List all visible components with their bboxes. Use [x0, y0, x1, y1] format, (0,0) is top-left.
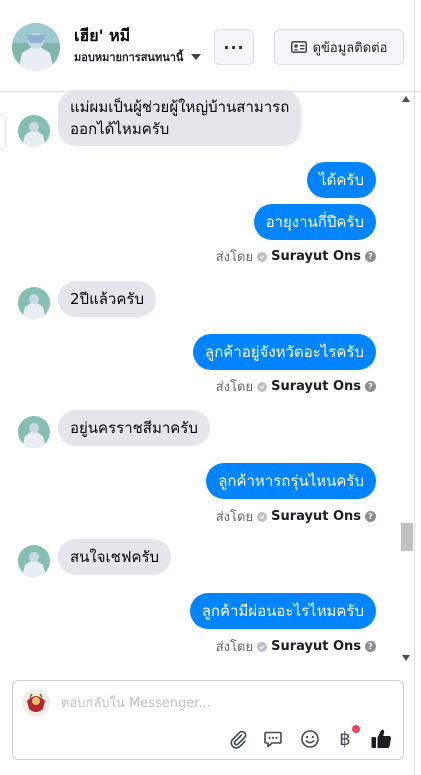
message-text: ลูกค้าอยู่จังหวัดอะไรครับ: [205, 343, 364, 361]
message-text: ได้ครับ: [319, 171, 364, 189]
paperclip-icon: [230, 730, 247, 749]
caret-down-icon: [191, 54, 202, 60]
sent-by-row: ส่งโดย Surayut Ons ?: [216, 376, 376, 397]
message-text: สนใจเชฟครับ: [70, 548, 160, 566]
sent-by-row: ส่งโดย Surayut Ons ?: [216, 246, 376, 267]
conversation-header: เฮีย' หมี มอบหมายการสนทนานี้ ··· ดูข้อมู…: [0, 0, 421, 92]
message-text: ลูกค้ามีผ่อนอะไรไหมครับ: [201, 602, 364, 620]
emoji-button[interactable]: [298, 727, 322, 751]
view-contact-label: ดูข้อมูลติดต่อ: [312, 40, 388, 56]
contact-avatar-small: [18, 545, 50, 577]
reply-input[interactable]: [61, 693, 381, 713]
saved-replies-button[interactable]: [261, 727, 285, 751]
view-contact-button[interactable]: ดูข้อมูลติดต่อ: [274, 29, 404, 65]
assign-label: มอบหมายการสนทนานี้: [74, 51, 184, 64]
message-outgoing: ลูกค้าอยู่จังหวัดอะไรครับ: [193, 334, 376, 370]
message-outgoing: อายุงานกี่ปีครับ: [253, 204, 376, 240]
contact-avatar-small: [18, 416, 50, 448]
panel-divider: [414, 0, 415, 775]
sent-by-row: ส่งโดย Surayut Ons ?: [216, 636, 376, 657]
sent-by-agent: Surayut Ons: [271, 509, 361, 524]
message-outgoing: ลูกค้ามีผ่อนอะไรไหมครับ: [189, 593, 376, 629]
ellipsis-icon: ···: [223, 37, 245, 57]
sent-by-prefix: ส่งโดย: [215, 380, 254, 395]
thumbs-up-icon: [371, 729, 392, 748]
sent-by-agent: Surayut Ons: [271, 639, 361, 654]
sent-by-row: ส่งโดย Surayut Ons ?: [216, 506, 376, 527]
help-icon[interactable]: ?: [365, 381, 376, 392]
sent-check-icon: [257, 251, 268, 262]
message-text: แม่ผมเป็นผู้ช่วยผู้ใหญ่บ้านสามารถ: [70, 98, 290, 116]
sent-check-icon: [257, 381, 268, 392]
message-text: 2ปีแล้วครับ: [70, 290, 144, 308]
sent-by-agent: Surayut Ons: [271, 379, 361, 394]
help-icon[interactable]: ?: [365, 641, 376, 652]
message-outgoing: ลูกค้าหารถรุ่นไหนครับ: [206, 463, 376, 499]
notification-dot: [352, 725, 360, 733]
message-text: ลูกค้าหารถรุ่นไหนครับ: [218, 472, 364, 490]
message-incoming: แม่ผมเป็นผู้ช่วยผู้ใหญ่บ้านสามารถ ออกได้…: [58, 90, 302, 146]
chat-bubble-icon: [264, 731, 282, 748]
thread-scrollbar[interactable]: [401, 92, 413, 664]
message-incoming: สนใจเชฟครับ: [58, 539, 172, 575]
like-button[interactable]: [369, 727, 393, 751]
contact-card-icon: [290, 41, 307, 53]
message-text: ออกได้ไหมครับ: [70, 120, 170, 138]
sent-by-prefix: ส่งโดย: [215, 640, 254, 655]
sent-check-icon: [257, 641, 268, 652]
attach-button[interactable]: [226, 727, 250, 751]
sent-by-agent: Surayut Ons: [271, 249, 361, 264]
assign-conversation-dropdown[interactable]: มอบหมายการสนทนานี้: [74, 48, 202, 66]
baht-icon: ฿: [339, 728, 351, 750]
scroll-up-arrow-icon[interactable]: [402, 96, 410, 102]
message-text: อายุงานกี่ปีครับ: [265, 213, 364, 231]
more-options-button[interactable]: ···: [214, 29, 254, 65]
message-incoming: อยู่นครราชสีมาครับ: [58, 410, 210, 446]
contact-avatar[interactable]: [12, 23, 60, 71]
help-icon[interactable]: ?: [365, 511, 376, 522]
contact-name: เฮีย' หมี: [74, 26, 131, 45]
sent-by-prefix: ส่งโดย: [215, 510, 254, 525]
scrollbar-thumb[interactable]: [401, 523, 413, 551]
smiley-icon: [301, 730, 319, 748]
contact-avatar-small: [18, 287, 50, 319]
message-text: อยู่นครราชสีมาครับ: [70, 419, 198, 437]
sent-check-icon: [257, 511, 268, 522]
message-outgoing: ได้ครับ: [307, 162, 376, 198]
message-incoming: 2ปีแล้วครับ: [58, 281, 156, 317]
sent-by-prefix: ส่งโดย: [215, 250, 254, 265]
scroll-down-arrow-icon[interactable]: [402, 655, 410, 661]
help-icon[interactable]: ?: [365, 251, 376, 262]
contact-avatar-small: [18, 115, 50, 147]
page-avatar: [22, 689, 50, 717]
reply-composer: ฿: [12, 680, 404, 760]
